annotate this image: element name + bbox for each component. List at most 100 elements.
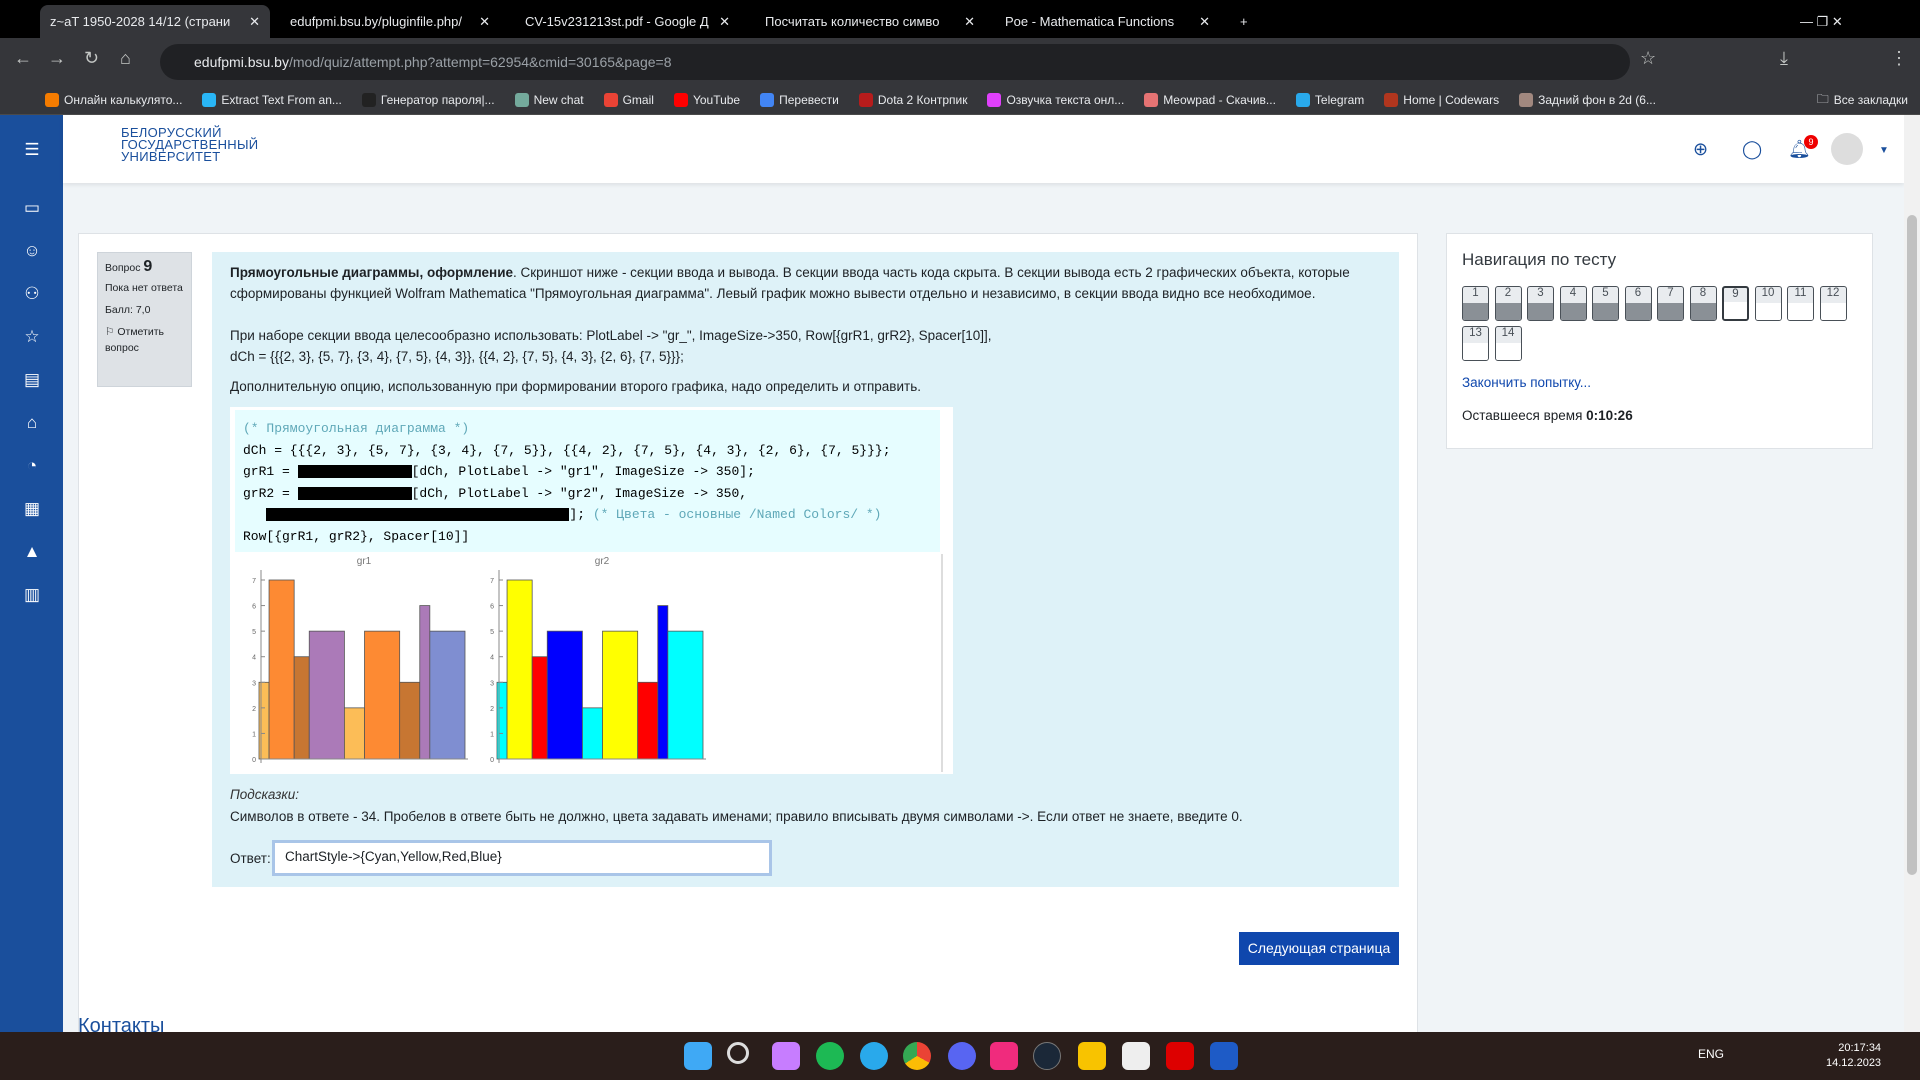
- chat-icon[interactable]: ◯: [1742, 139, 1762, 160]
- new-tab-button[interactable]: +: [1230, 5, 1258, 38]
- close-icon[interactable]: ✕: [249, 14, 260, 30]
- hamburger-icon[interactable]: ☰: [20, 140, 44, 164]
- avatar[interactable]: [1831, 133, 1863, 165]
- url-input[interactable]: edufpmi.bsu.by/mod/quiz/attempt.php?atte…: [160, 44, 1630, 80]
- bookmark-item[interactable]: Перевести: [760, 93, 839, 107]
- question-nav-button[interactable]: 2: [1494, 286, 1522, 321]
- redacted-block: [297, 486, 412, 500]
- steam-icon[interactable]: [1033, 1042, 1061, 1070]
- close-icon[interactable]: ✕: [1199, 14, 1210, 30]
- question-nav-button[interactable]: 1: [1462, 286, 1489, 321]
- globe-icon[interactable]: ⊕: [1693, 139, 1708, 160]
- user-icon[interactable]: ☺: [20, 241, 44, 265]
- time-label: Оставшееся время: [1462, 408, 1583, 423]
- bookmark-item[interactable]: Extract Text From an...: [202, 93, 342, 107]
- bookmark-item[interactable]: Home | Codewars: [1384, 93, 1499, 107]
- bookmark-item[interactable]: Telegram: [1295, 93, 1364, 107]
- bookmark-item[interactable]: New chat: [514, 93, 584, 107]
- question-nav-button[interactable]: 7: [1657, 286, 1684, 321]
- tab-pdf[interactable]: CV-15v231213st.pdf - Google Д ✕: [515, 5, 740, 38]
- bookmark-icon: [760, 93, 775, 107]
- bookmark-item[interactable]: Задний фон в 2d (6...: [1519, 93, 1656, 107]
- bar: [667, 630, 704, 760]
- bookmark-item[interactable]: Озвучка текста онл...: [987, 93, 1124, 107]
- menu-icon[interactable]: ⋮: [1890, 48, 1908, 69]
- question-nav-button[interactable]: 6: [1624, 286, 1652, 321]
- store-icon[interactable]: [1122, 1042, 1150, 1070]
- spotify-icon[interactable]: [816, 1042, 844, 1070]
- notification-badge: 9: [1804, 135, 1818, 149]
- dashboard-icon[interactable]: ◔: [20, 456, 44, 480]
- question-nav-button[interactable]: 8: [1689, 286, 1717, 321]
- mathematica-screenshot: (* Прямоугольная диаграмма *) dCh = {{{2…: [230, 407, 953, 774]
- tab-quiz[interactable]: z~aT 1950-2028 14/12 (страни ✕: [40, 5, 270, 38]
- intellij-icon[interactable]: [990, 1042, 1018, 1070]
- word-icon[interactable]: [1210, 1042, 1238, 1070]
- home-icon[interactable]: ⌂: [20, 413, 44, 437]
- next-page-button[interactable]: Следующая страница: [1239, 932, 1399, 965]
- clock[interactable]: 20:17:34 14.12.2023: [1826, 1041, 1881, 1071]
- graduation-icon[interactable]: ▲: [20, 542, 44, 566]
- books-icon[interactable]: ▥: [20, 585, 44, 609]
- flag-question-button[interactable]: ⚐ Отметить вопрос: [105, 324, 184, 356]
- question-nav-button[interactable]: 5: [1592, 286, 1619, 321]
- question-nav-button[interactable]: 3: [1527, 286, 1554, 321]
- question-nav-button[interactable]: 9: [1722, 286, 1749, 321]
- question-nav-button[interactable]: 11: [1787, 286, 1814, 321]
- chevron-down-icon[interactable]: ▼: [1879, 145, 1889, 156]
- explorer-icon[interactable]: [1078, 1042, 1106, 1070]
- y-tick-label: 5: [490, 629, 494, 636]
- back-icon[interactable]: ←: [14, 48, 32, 69]
- star-icon[interactable]: ☆: [1640, 48, 1656, 69]
- close-icon[interactable]: ✕: [964, 14, 975, 30]
- bsu-logo[interactable]: БЕЛОРУССКИЙ ГОСУДАРСТВЕННЫЙ УНИВЕРСИТЕТ: [85, 126, 258, 163]
- copilot-icon[interactable]: [772, 1042, 800, 1070]
- flag-icon: ⚐: [105, 326, 115, 338]
- y-tick-label: 2: [252, 706, 256, 713]
- redacted-block: [297, 465, 412, 479]
- star-icon[interactable]: ☆: [20, 327, 44, 351]
- close-icon[interactable]: ✕: [719, 14, 730, 30]
- tab-pluginfile[interactable]: edufpmi.bsu.by/pluginfile.php/✕: [280, 5, 500, 38]
- bookmark-item[interactable]: Gmail: [603, 93, 654, 107]
- discord-icon[interactable]: [948, 1042, 976, 1070]
- bar: [546, 630, 583, 760]
- bookmark-item[interactable]: Dota 2 Контрпик: [858, 93, 967, 107]
- calendar-icon[interactable]: ▦: [20, 499, 44, 523]
- folder-icon[interactable]: ▭: [20, 198, 44, 222]
- scrollbar[interactable]: [1904, 115, 1920, 1032]
- bookmark-item[interactable]: Meowpad - Скачив...: [1144, 93, 1276, 107]
- bookmark-item[interactable]: YouTube: [673, 93, 740, 107]
- start-icon[interactable]: [684, 1042, 712, 1070]
- bookmark-item[interactable]: Генератор пароля|...: [361, 93, 495, 107]
- download-icon[interactable]: ⤓: [1780, 48, 1788, 69]
- bar: [308, 630, 345, 760]
- telegram-icon[interactable]: [860, 1042, 888, 1070]
- tab-count[interactable]: Посчитать количество симво ✕: [755, 5, 985, 38]
- language-indicator[interactable]: ENG: [1698, 1047, 1724, 1061]
- forward-icon[interactable]: →: [48, 48, 66, 69]
- question-nav-button[interactable]: 12: [1819, 286, 1847, 321]
- question-nav-button[interactable]: 10: [1754, 286, 1782, 321]
- address-bar-row: ← → ↻ ⌂ edufpmi.bsu.by/mod/quiz/attempt.…: [0, 38, 1920, 86]
- all-bookmarks[interactable]: 🗀 Все закладки: [1817, 90, 1908, 111]
- bar: [268, 579, 295, 760]
- book-icon[interactable]: ▤: [20, 370, 44, 394]
- badge-icon[interactable]: ⚇: [20, 284, 44, 308]
- mathematica-icon[interactable]: [1166, 1042, 1194, 1070]
- question-nav-button[interactable]: 14: [1494, 326, 1522, 361]
- search-icon[interactable]: [727, 1042, 749, 1064]
- finish-attempt-link[interactable]: Закончить попытку...: [1462, 375, 1591, 390]
- close-icon[interactable]: ✕: [479, 14, 490, 30]
- question-nav-button[interactable]: 13: [1462, 326, 1489, 361]
- tab-poe[interactable]: Poe - Mathematica Functions ✕: [995, 5, 1220, 38]
- home-icon[interactable]: ⌂: [120, 48, 131, 69]
- window-controls[interactable]: — ❐ ✕: [1790, 5, 1853, 38]
- answer-input[interactable]: ChartStyle->{Cyan,Yellow,Red,Blue}: [272, 840, 772, 876]
- footer-contacts[interactable]: Контакты: [78, 1015, 164, 1032]
- reload-icon[interactable]: ↻: [84, 48, 99, 69]
- bookmark-item[interactable]: Онлайн калькулято...: [45, 93, 182, 107]
- question-nav-button[interactable]: 4: [1559, 286, 1587, 321]
- bar: [602, 630, 639, 760]
- chrome-icon[interactable]: [903, 1042, 931, 1070]
